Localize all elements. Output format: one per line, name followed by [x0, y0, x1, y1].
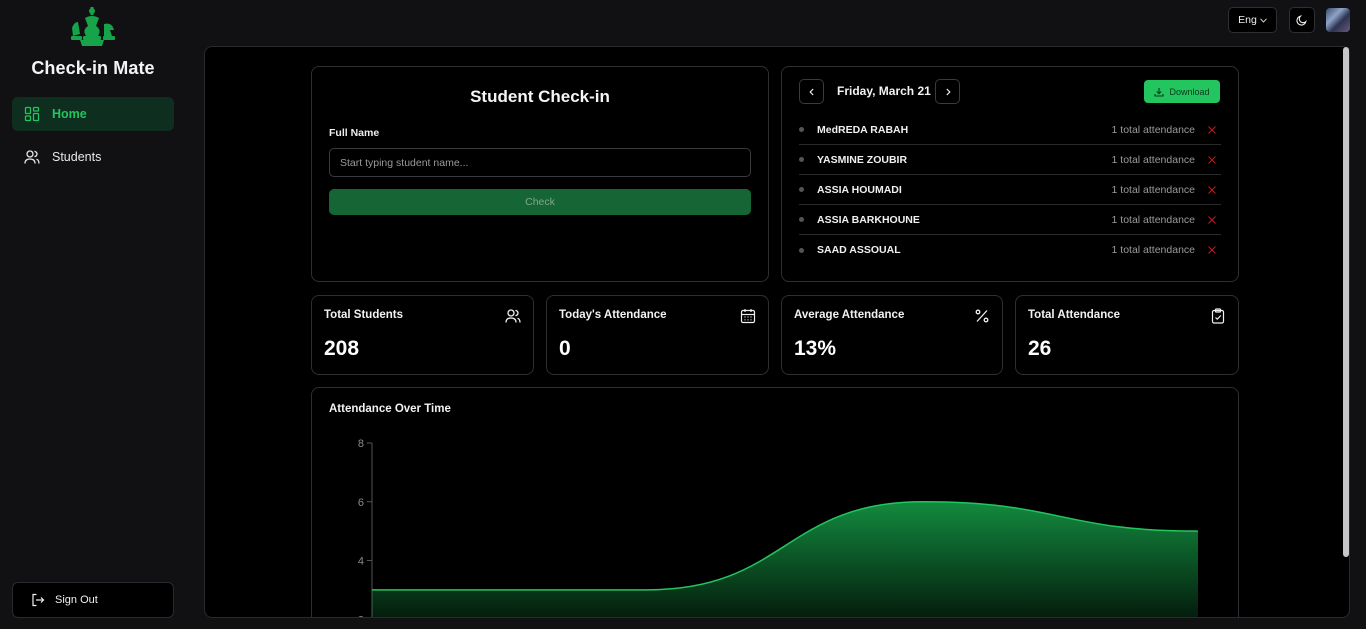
y-tick-label: 6: [358, 497, 364, 509]
chevron-right-icon: [944, 88, 952, 96]
stat-card-average-attendance: Average Attendance 13%: [781, 295, 1003, 375]
student-name: YASMINE ZOUBIR: [817, 153, 908, 166]
attendance-list-card: Friday, March 21 Download MedREDA RABAH …: [781, 66, 1239, 282]
sidebar-item-label: Home: [52, 107, 87, 121]
theme-toggle-button[interactable]: [1289, 7, 1315, 33]
bullet: [799, 187, 804, 192]
sign-out-label: Sign Out: [55, 594, 98, 606]
next-day-button[interactable]: [935, 79, 960, 104]
percent-icon: [974, 308, 990, 324]
student-name: MedREDA RABAH: [817, 123, 909, 136]
checkin-title: Student Check-in: [470, 87, 610, 106]
clipboard-check-icon: [1210, 308, 1226, 324]
attendance-count: 1 total attendance: [1111, 244, 1195, 256]
stat-card-total-attendance: Total Attendance 26: [1015, 295, 1239, 375]
stat-title: Total Attendance: [1028, 309, 1121, 321]
chevron-left-icon: [808, 88, 816, 96]
current-date: Friday, March 21: [837, 84, 931, 98]
stat-title: Today's Attendance: [559, 309, 667, 321]
list-item: ASSIA BARKHOUNE 1 total attendance: [799, 205, 1221, 235]
users-icon: [505, 308, 521, 324]
logout-icon: [31, 593, 45, 607]
check-button[interactable]: Check: [329, 189, 751, 215]
stat-card-todays-attendance: Today's Attendance 0: [546, 295, 769, 375]
sidebar: Check-in Mate Home Students Sign Out: [0, 0, 186, 629]
calendar-icon: [740, 308, 756, 324]
attendance-count: 1 total attendance: [1111, 123, 1195, 136]
main-panel: Student Check-in Full Name Check Friday,…: [204, 46, 1350, 618]
close-icon[interactable]: [1207, 185, 1217, 195]
moon-icon: [1296, 14, 1308, 26]
bullet: [799, 247, 804, 253]
close-icon[interactable]: [1207, 245, 1217, 255]
avatar[interactable]: [1326, 8, 1350, 32]
student-name-input[interactable]: [329, 148, 751, 177]
users-icon: [24, 149, 40, 165]
list-item: YASMINE ZOUBIR 1 total attendance: [799, 145, 1221, 175]
stat-value: 13%: [794, 337, 837, 360]
stat-title: Total Students: [324, 309, 404, 321]
attendance-rows: MedREDA RABAH 1 total attendance YASMINE…: [799, 115, 1221, 265]
logo-icon: [68, 6, 118, 50]
list-item: MedREDA RABAH 1 total attendance: [799, 115, 1221, 145]
list-item: ASSIA HOUMADI 1 total attendance: [799, 175, 1221, 205]
dashboard-icon: [24, 106, 40, 122]
sign-out-button[interactable]: Sign Out: [12, 582, 174, 618]
download-icon: [1154, 87, 1165, 97]
bullet: [799, 157, 804, 162]
attendance-chart-card: Attendance Over Time 8642: [311, 387, 1239, 618]
y-tick-label: 4: [358, 556, 364, 568]
attendance-area-chart: 8 6 4 2: [358, 438, 1199, 618]
sidebar-item-students[interactable]: Students: [12, 140, 174, 174]
sidebar-item-home[interactable]: Home: [12, 97, 174, 131]
stat-value: 26: [1028, 337, 1052, 360]
download-label: Download: [1169, 86, 1210, 97]
student-checkin-card: Student Check-in Full Name Check: [311, 66, 769, 282]
student-name: SAAD ASSOUAL: [817, 244, 901, 256]
close-icon[interactable]: [1207, 125, 1217, 135]
student-name: ASSIA HOUMADI: [817, 183, 902, 196]
sidebar-item-label: Students: [52, 150, 102, 164]
close-icon[interactable]: [1207, 215, 1217, 225]
stat-card-total-students: Total Students 208: [311, 295, 534, 375]
student-name: ASSIA BARKHOUNE: [817, 213, 920, 226]
stat-title: Average Attendance: [794, 309, 905, 321]
previous-day-button[interactable]: [799, 79, 824, 104]
y-tick-label: 2: [358, 614, 364, 618]
stat-value: 208: [324, 337, 360, 360]
stat-value: 0: [559, 337, 571, 360]
close-icon[interactable]: [1207, 155, 1217, 165]
chevron-down-icon: [1259, 17, 1267, 23]
language-label: Eng: [1238, 14, 1257, 26]
bullet: [799, 127, 804, 132]
list-item: SAAD ASSOUAL 1 total attendance: [799, 235, 1221, 265]
brand-name: Check-in Mate: [31, 58, 155, 78]
attendance-count: 1 total attendance: [1111, 183, 1195, 196]
y-tick-label: 8: [358, 438, 364, 450]
attendance-count: 1 total attendance: [1111, 153, 1195, 166]
bullet: [799, 217, 804, 222]
download-button[interactable]: Download: [1144, 80, 1220, 103]
full-name-label: Full Name: [329, 127, 380, 139]
scrollbar[interactable]: [1343, 47, 1349, 557]
language-select[interactable]: Eng: [1228, 7, 1277, 33]
attendance-count: 1 total attendance: [1111, 213, 1195, 226]
